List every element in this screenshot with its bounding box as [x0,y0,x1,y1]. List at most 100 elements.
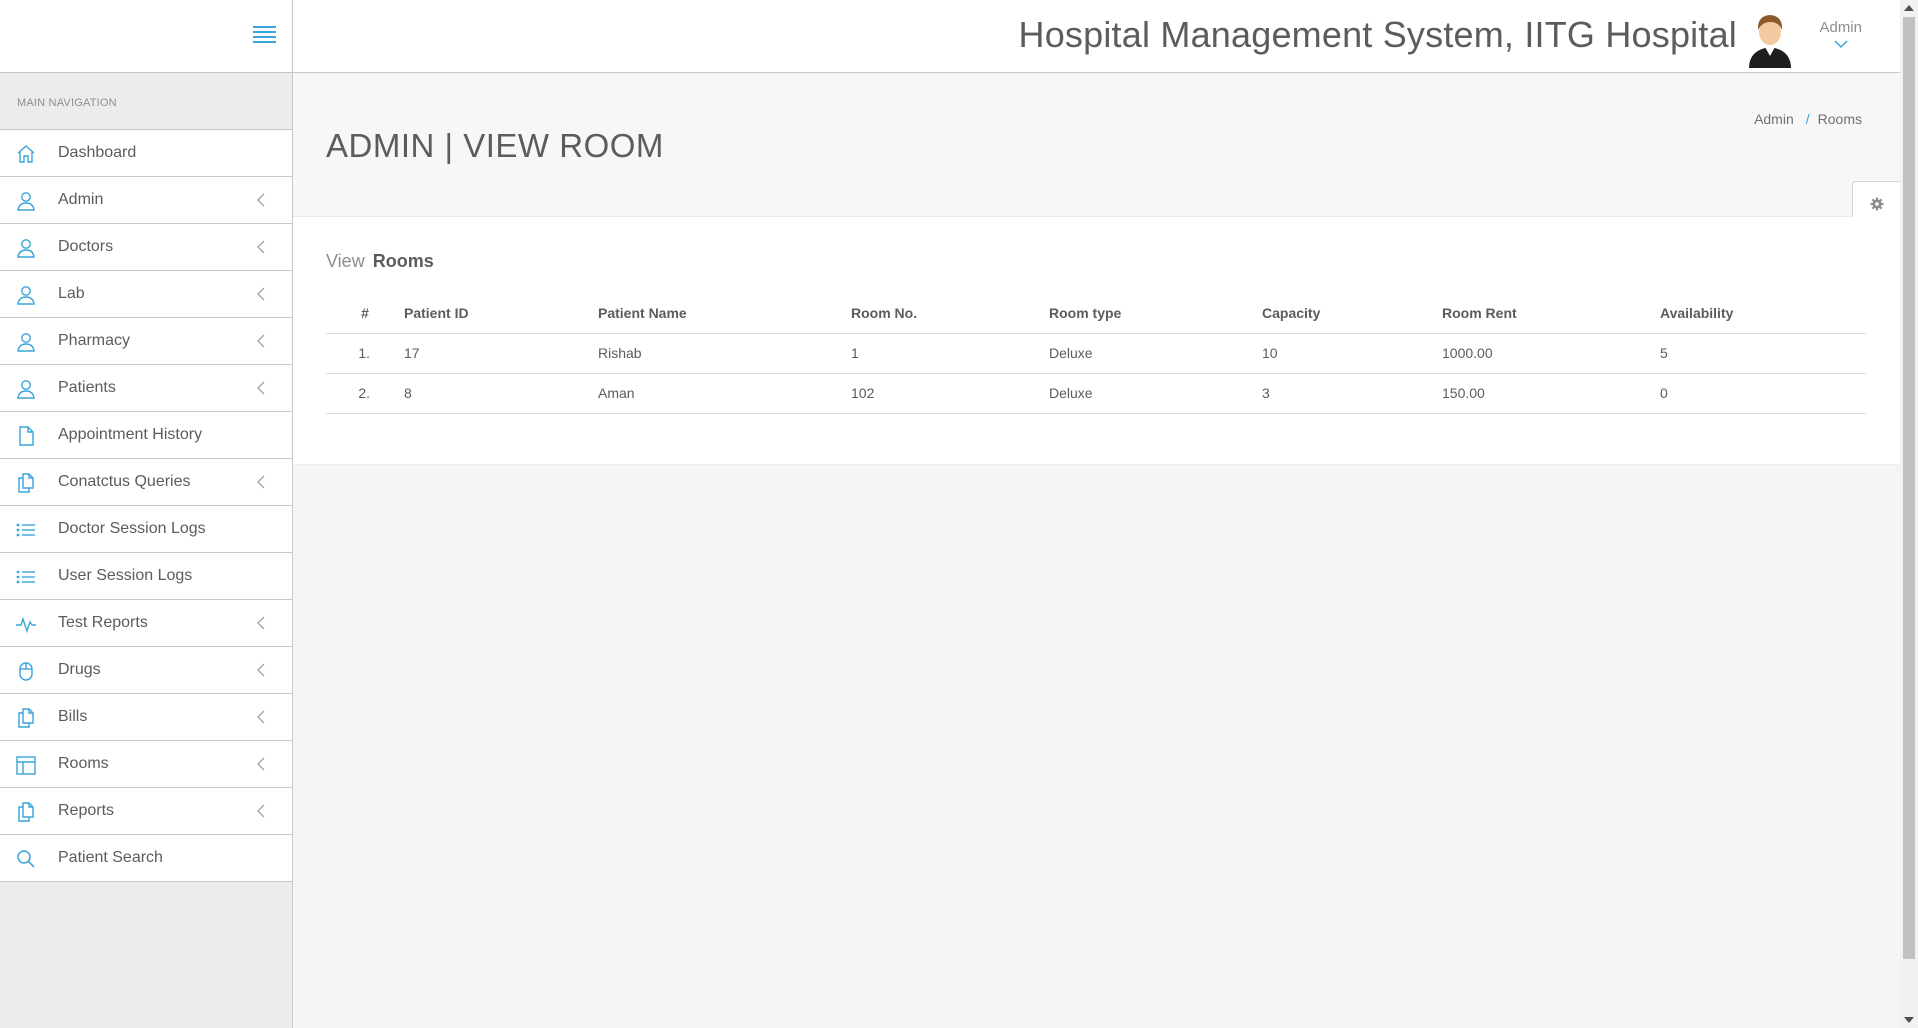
sidebar-item-doctor-session-logs[interactable]: Doctor Session Logs [0,506,292,553]
cell-room-no: 102 [851,373,1049,414]
sidebar-item-test-reports[interactable]: Test Reports [0,600,292,647]
cell-patient-name: Rishab [598,333,851,374]
mouse-icon [15,660,37,682]
cell-capacity: 3 [1262,373,1442,414]
chevron-left-icon [255,475,267,489]
sidebar-item-label: Dashboard [58,144,137,161]
scrollbar-thumb[interactable] [1903,17,1915,959]
breadcrumb-admin[interactable]: Admin [1754,111,1794,127]
scrollbar[interactable] [1900,0,1918,1028]
chevron-left-icon [255,757,267,771]
sidebar-item-pharmacy[interactable]: Pharmacy [0,318,292,365]
sidebar-item-admin[interactable]: Admin [0,177,292,224]
table-row: 1. 17 Rishab 1 Deluxe 10 1000.00 5 [326,333,1866,374]
list-icon [15,519,37,541]
sidebar-item-conatctus-queries[interactable]: Conatctus Queries [0,459,292,506]
sidebar-item-reports[interactable]: Reports [0,788,292,835]
sidebar-item-dashboard[interactable]: Dashboard [0,130,292,177]
column-header-capacity: Capacity [1262,293,1442,334]
cell-patient-id: 8 [404,373,598,414]
cell-availability: 5 [1660,333,1866,374]
cell-room-rent: 1000.00 [1442,333,1660,374]
table-body: 1. 17 Rishab 1 Deluxe 10 1000.00 5 2. 8 Aman 102 Del… [326,333,1866,414]
sidebar-item-user-session-logs[interactable]: User Session Logs [0,553,292,600]
column-header-room-no: Room No. [851,293,1049,334]
sidebar-item-label: Doctors [58,238,114,255]
sidebar-item-label: Conatctus Queries [58,473,191,490]
chevron-left-icon [255,240,267,254]
user-name[interactable]: Admin [1819,19,1862,36]
sidebar-item-bills[interactable]: Bills [0,694,292,741]
scroll-down-arrow-icon[interactable] [1904,1017,1914,1023]
user-icon [15,331,37,353]
sidebar-item-drugs[interactable]: Drugs [0,647,292,694]
chevron-down-icon[interactable] [1834,40,1848,49]
chevron-left-icon [255,381,267,395]
column-header-room-rent: Room Rent [1442,293,1660,334]
app-title: Hospital Management System, IITG Hospita… [1018,14,1737,55]
sidebar-item-label: Drugs [58,661,101,678]
list-icon [15,566,37,588]
chevron-left-icon [255,334,267,348]
file-icon [15,425,37,447]
files-icon [15,472,37,494]
scroll-up-arrow-icon[interactable] [1904,5,1914,11]
sidebar-item-label: Rooms [58,755,109,772]
column-header-patient-id: Patient ID [404,293,598,334]
sidebar-item-rooms[interactable]: Rooms [0,741,292,788]
layout-icon [15,754,37,776]
table-header-row: # Patient ID Patient Name Room No. Room type… [326,293,1866,334]
rooms-panel: View Rooms # Patient ID Patient Name Room N… [293,217,1900,465]
table-row: 2. 8 Aman 102 Deluxe 3 150.00 0 [326,373,1866,414]
sidebar-item-label: Bills [58,708,88,725]
gear-icon [1870,197,1884,211]
sidebar-header [0,0,292,73]
column-header-room-type: Room type [1049,293,1262,334]
cell-room-type: Deluxe [1049,373,1262,414]
sidebar-item-label: Patients [58,379,116,396]
page-header: ADMIN | VIEW ROOM Admin / Rooms [293,73,1900,227]
sidebar-item-label: Admin [58,191,104,208]
sidebar-item-label: Appointment History [58,426,203,443]
page-title: ADMIN | VIEW ROOM [326,127,664,164]
chevron-left-icon [255,287,267,301]
sidebar-item-lab[interactable]: Lab [0,271,292,318]
breadcrumb: Admin / Rooms [1754,111,1862,127]
cell-row-number: 2. [326,373,404,414]
pulse-icon [15,613,37,635]
rooms-table: # Patient ID Patient Name Room No. Room type… [326,293,1866,414]
files-icon [15,801,37,823]
search-icon [15,848,37,870]
chevron-left-icon [255,193,267,207]
nav-heading: MAIN NAVIGATION [0,73,292,130]
sidebar-item-doctors[interactable]: Doctors [0,224,292,271]
user-icon [15,284,37,306]
home-icon [15,143,37,165]
user-icon [15,190,37,212]
sidebar-item-label: Lab [58,285,85,302]
sidebar-item-label: User Session Logs [58,567,193,584]
top-header: Hospital Management System, IITG Hospita… [293,0,1900,73]
user-icon [15,378,37,400]
sidebar-item-label: Pharmacy [58,332,131,349]
main-navigation: Dashboard Admin Doctors Lab Pharmacy Patients… [0,130,292,882]
cell-room-rent: 150.00 [1442,373,1660,414]
sidebar-item-appointment-history[interactable]: Appointment History [0,412,292,459]
cell-room-no: 1 [851,333,1049,374]
cell-patient-name: Aman [598,373,851,414]
cell-patient-id: 17 [404,333,598,374]
cell-capacity: 10 [1262,333,1442,374]
chevron-left-icon [255,663,267,677]
menu-toggle-icon[interactable] [253,26,276,44]
section-title: View Rooms [326,251,434,272]
cell-room-type: Deluxe [1049,333,1262,374]
breadcrumb-rooms: Rooms [1817,111,1862,127]
main-content: ADMIN | VIEW ROOM Admin / Rooms View Rooms… [293,73,1900,1028]
sidebar-item-patients[interactable]: Patients [0,365,292,412]
section-title-main: Rooms [372,251,434,271]
chevron-left-icon [255,804,267,818]
cell-row-number: 1. [326,333,404,374]
avatar[interactable] [1745,10,1795,68]
sidebar-item-patient-search[interactable]: Patient Search [0,835,292,882]
sidebar-item-label: Test Reports [58,614,148,631]
